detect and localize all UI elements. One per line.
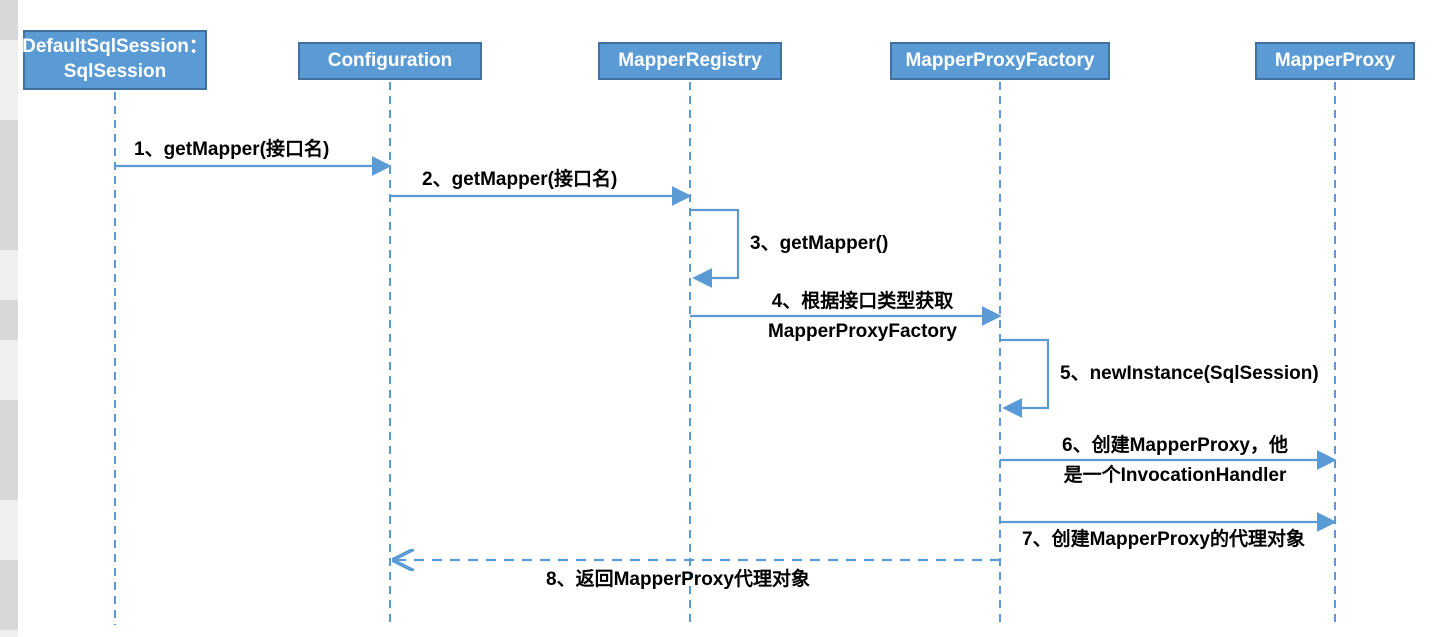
msg-1-label: 1、getMapper(接口名) xyxy=(134,138,329,162)
strip-blob xyxy=(0,400,18,500)
msg-6-label-line1: 6、创建MapperProxy，他 xyxy=(1030,434,1320,458)
msg-4-label-line1: 4、根据接口类型获取 xyxy=(735,290,990,314)
msg-8-label: 8、返回MapperProxy代理对象 xyxy=(546,568,810,592)
strip-blob xyxy=(0,120,18,250)
msg-5-label: 5、newInstance(SqlSession) xyxy=(1060,362,1319,386)
lane-configuration: Configuration xyxy=(298,42,482,80)
lane-mapperproxy: MapperProxy xyxy=(1255,42,1415,80)
lane-mapperproxyfactory: MapperProxyFactory xyxy=(890,42,1110,80)
lane-sqlsession: DefaultSqlSession：SqlSession xyxy=(23,30,207,90)
left-decorative-strip xyxy=(0,0,18,637)
msg-4-label-line2: MapperProxyFactory xyxy=(735,320,990,344)
strip-blob xyxy=(0,0,18,40)
msg-2-label: 2、getMapper(接口名) xyxy=(422,168,617,192)
strip-blob xyxy=(0,300,18,340)
strip-blob xyxy=(0,560,18,630)
lane-mapperregistry: MapperRegistry xyxy=(598,42,782,80)
msg-3-label: 3、getMapper() xyxy=(750,232,888,256)
msg-6-label-line2: 是一个InvocationHandler xyxy=(1030,464,1320,488)
msg-7-label: 7、创建MapperProxy的代理对象 xyxy=(1022,528,1305,552)
